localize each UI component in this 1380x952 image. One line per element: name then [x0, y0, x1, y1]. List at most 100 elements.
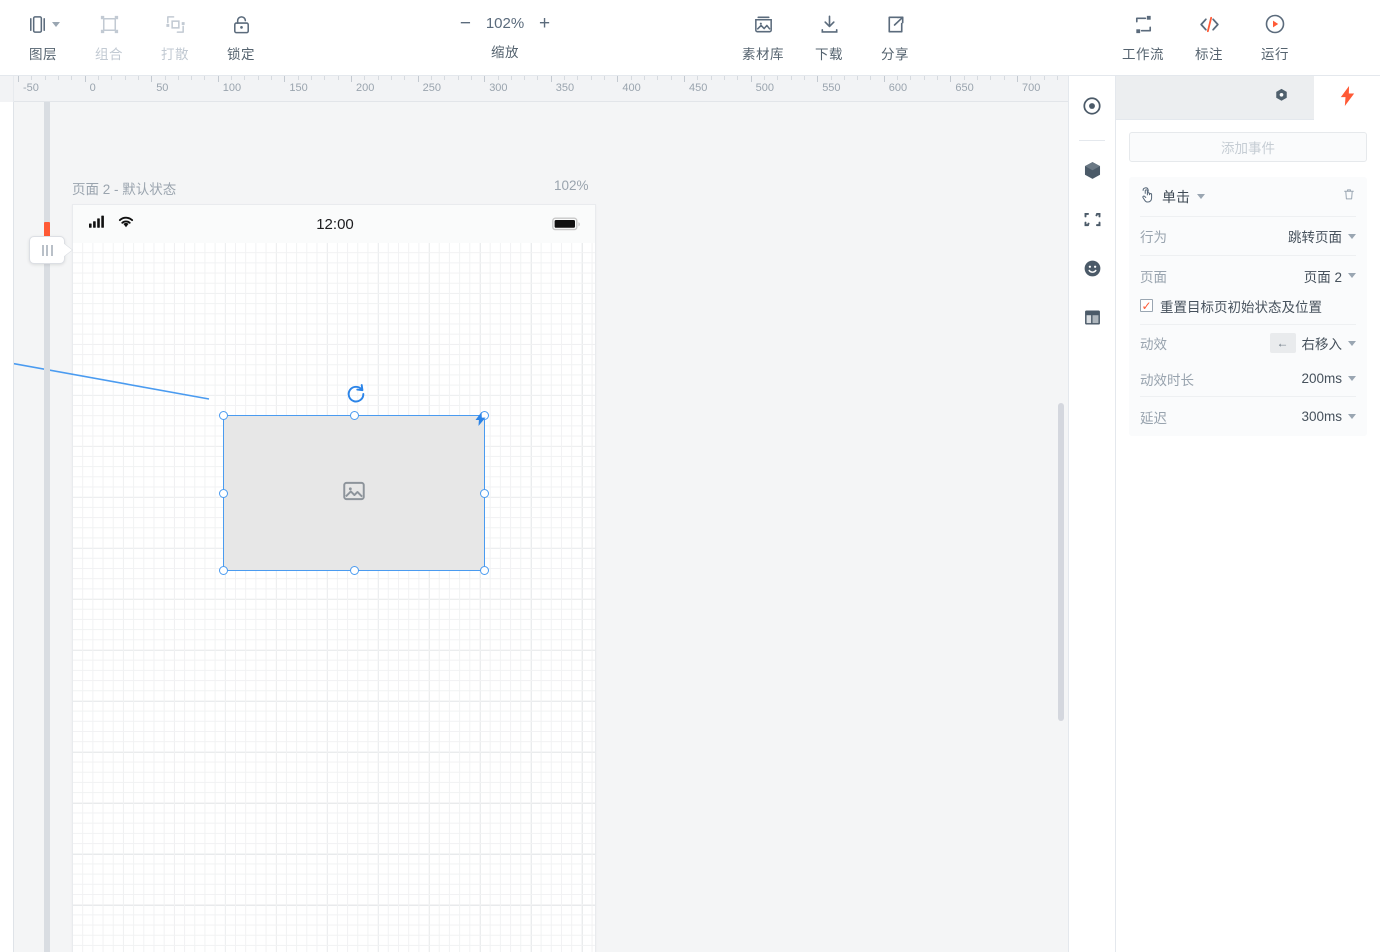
- event-row-page[interactable]: 页面 页面 2: [1140, 256, 1356, 295]
- rail-item-inspector[interactable]: [1072, 88, 1112, 128]
- ruler-tick: [218, 76, 219, 82]
- artboard-grid: [73, 243, 596, 952]
- toolbar-download-button[interactable]: 下载: [796, 0, 862, 75]
- ruler-label: 700: [1022, 82, 1040, 94]
- ruler-tick-minor: [311, 76, 312, 80]
- delete-event-button[interactable]: [1342, 187, 1356, 207]
- artboard[interactable]: 12:00: [72, 204, 596, 952]
- resize-handle-n[interactable]: [350, 411, 359, 420]
- ruler-tick-minor: [1044, 76, 1045, 80]
- page-title: 页面 2 - 默认状态: [72, 178, 176, 198]
- event-row-delay-value[interactable]: 300ms: [1301, 409, 1356, 424]
- animation-direction-icon[interactable]: ←: [1270, 333, 1296, 353]
- zoom-out-button[interactable]: −: [460, 14, 471, 33]
- toolbar-run-button[interactable]: 运行: [1242, 0, 1308, 75]
- event-row-behavior[interactable]: 行为 跳转页面: [1140, 217, 1356, 256]
- toolbar-workflow-label: 工作流: [1122, 43, 1164, 63]
- tab-events[interactable]: [1314, 76, 1380, 120]
- reset-target-checkbox-row[interactable]: ✓ 重置目标页初始状态及位置: [1140, 295, 1356, 325]
- checkbox-checked-icon[interactable]: ✓: [1140, 299, 1153, 312]
- ruler-tick-minor: [191, 76, 192, 80]
- ruler-tick: [418, 76, 419, 82]
- image-icon: [341, 478, 367, 509]
- resize-handle-s[interactable]: [350, 566, 359, 575]
- ruler-tick-minor: [631, 76, 632, 80]
- ruler-tick-minor: [777, 76, 778, 80]
- event-row-duration-value[interactable]: 200ms: [1301, 371, 1356, 386]
- ruler-tick-minor: [644, 76, 645, 80]
- ruler-tick-minor: [444, 76, 445, 80]
- ruler-tick-minor: [244, 76, 245, 80]
- ruler-tick-minor: [58, 76, 59, 80]
- ruler-label: 250: [423, 82, 441, 94]
- toolbar-layers-button[interactable]: 图层: [10, 0, 76, 75]
- ruler-tick-minor: [591, 76, 592, 80]
- event-trigger[interactable]: 单击: [1140, 187, 1205, 207]
- rail-item-templates[interactable]: [1072, 300, 1112, 340]
- toolbar-workflow-button[interactable]: 工作流: [1110, 0, 1176, 75]
- event-row-page-value[interactable]: 页面 2: [1304, 266, 1356, 286]
- rail-item-components[interactable]: [1072, 153, 1112, 193]
- resize-handle-sw[interactable]: [219, 566, 228, 575]
- rotate-handle-icon[interactable]: [345, 383, 367, 409]
- add-event-button[interactable]: 添加事件: [1129, 132, 1367, 162]
- resize-handle-w[interactable]: [219, 489, 228, 498]
- ruler-tick-minor: [964, 76, 965, 80]
- toolbar-lock-button[interactable]: 锁定: [208, 0, 274, 75]
- toolbar-layers-label: 图层: [29, 43, 57, 63]
- duration-value-text: 200ms: [1301, 371, 1342, 386]
- ruler-tick-minor: [231, 76, 232, 80]
- cube-icon: [1082, 160, 1103, 186]
- ruler-label: 500: [756, 82, 774, 94]
- ruler-tick-minor: [471, 76, 472, 80]
- resize-handle-se[interactable]: [480, 566, 489, 575]
- ruler-tick: [151, 76, 152, 82]
- element-event-bolt-icon[interactable]: [475, 412, 486, 429]
- ruler-tick-minor: [271, 76, 272, 80]
- event-row-animation[interactable]: 动效 ← 右移入: [1140, 325, 1356, 361]
- panel-collapse-handle[interactable]: [29, 236, 65, 264]
- toolbar-asset-library-button[interactable]: 素材库: [730, 0, 796, 75]
- rail-item-emoji[interactable]: [1072, 251, 1112, 291]
- resize-handle-nw[interactable]: [219, 411, 228, 420]
- toolbar-ungroup-button[interactable]: 打散: [142, 0, 208, 75]
- canvas-vertical-scrollbar[interactable]: [1058, 403, 1064, 721]
- grip-icon: [42, 245, 53, 256]
- toolbar-share-button[interactable]: 分享: [862, 0, 928, 75]
- event-row-animation-value[interactable]: ← 右移入: [1270, 333, 1357, 353]
- ruler-tick: [85, 76, 86, 82]
- toolbar-lock-label: 锁定: [227, 43, 255, 63]
- tab-properties[interactable]: [1248, 76, 1314, 120]
- toolbar-annotate-button[interactable]: 标注: [1176, 0, 1242, 75]
- code-annotate-icon: [1197, 11, 1222, 37]
- ruler-tick-minor: [31, 76, 32, 80]
- event-row-behavior-value[interactable]: 跳转页面: [1288, 226, 1356, 246]
- target-icon: [1081, 95, 1103, 122]
- toolbar-group-button[interactable]: 组合: [76, 0, 142, 75]
- page-zoom-label: 102%: [554, 178, 589, 193]
- rail-item-frame[interactable]: [1072, 202, 1112, 242]
- event-row-duration[interactable]: 动效时长 200ms: [1140, 361, 1356, 397]
- horizontal-ruler[interactable]: -500501001502002503003504004505005506006…: [0, 76, 1068, 102]
- ruler-tick-minor: [564, 76, 565, 80]
- event-card: 单击 行为 跳转页面 页面: [1129, 177, 1367, 436]
- ruler-label: 150: [289, 82, 307, 94]
- ruler-tick-minor: [498, 76, 499, 80]
- ruler-tick-minor: [1030, 76, 1031, 80]
- design-canvas[interactable]: 页面 2 - 默认状态 102%: [14, 102, 1068, 952]
- ruler-tick-minor: [870, 76, 871, 80]
- zoom-in-button[interactable]: +: [539, 14, 550, 33]
- zoom-label: 缩放: [491, 41, 519, 61]
- resize-handle-e[interactable]: [480, 489, 489, 498]
- selected-image-element[interactable]: [223, 415, 485, 571]
- ruler-tick-minor: [937, 76, 938, 80]
- image-library-icon: [752, 11, 775, 37]
- gear-icon: [1273, 87, 1290, 109]
- ruler-tick-minor: [671, 76, 672, 80]
- ruler-label: 50: [156, 82, 168, 94]
- ruler-tick: [817, 76, 818, 82]
- zoom-value[interactable]: 102%: [482, 15, 528, 32]
- toolbar-middle-group: 素材库 下载: [730, 0, 928, 75]
- event-row-delay[interactable]: 延迟 300ms: [1140, 397, 1356, 436]
- ruler-label: 200: [356, 82, 374, 94]
